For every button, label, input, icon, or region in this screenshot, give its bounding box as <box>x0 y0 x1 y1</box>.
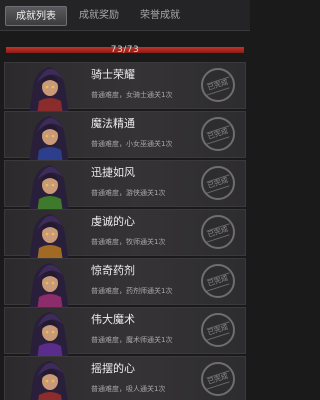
completed-stamp-icon: 已完成 <box>201 215 235 249</box>
achievement-row[interactable]: 摇摆的心 普通难度，吸人通关1次 已完成 <box>4 356 246 400</box>
completed-stamp-label: 已完成 <box>206 371 230 387</box>
achievement-row[interactable]: 迅捷如风 普通难度，游侠通关1次 已完成 <box>4 160 246 213</box>
achievement-description: 普通难度，吸人通关1次 <box>91 385 166 393</box>
progress-count: 73/73 <box>110 45 140 55</box>
completed-stamp-icon: 已完成 <box>201 264 235 298</box>
completed-stamp-icon: 已完成 <box>201 313 235 347</box>
completed-stamp-icon: 已完成 <box>201 68 235 102</box>
achievement-list[interactable]: 骑士荣耀 普通难度，女骑士通关1次 已完成 魔法精通 普通难度，小女巫通关1次 … <box>0 62 250 400</box>
achievement-row[interactable]: 虔诚的心 普通难度，牧师通关1次 已完成 <box>4 209 246 262</box>
completed-stamp-label: 已完成 <box>206 77 230 93</box>
achievement-title: 惊奇药剂 <box>91 264 135 277</box>
achievement-title: 魔法精通 <box>91 117 135 130</box>
achievement-description: 普通难度，女骑士通关1次 <box>91 91 173 99</box>
character-portrait-icon <box>30 361 68 400</box>
achievement-title: 迅捷如风 <box>91 166 135 179</box>
achievement-row[interactable]: 骑士荣耀 普通难度，女骑士通关1次 已完成 <box>4 62 246 115</box>
achievement-title: 摇摆的心 <box>91 362 135 375</box>
achievement-title: 伟大魔术 <box>91 313 135 326</box>
tab-honor-achievements[interactable]: 荣誉成就 <box>130 6 190 26</box>
achievement-row[interactable]: 惊奇药剂 普通难度，药剂师通关1次 已完成 <box>4 258 246 311</box>
achievement-title: 虔诚的心 <box>91 215 135 228</box>
achievement-description: 普通难度，牧师通关1次 <box>91 238 166 246</box>
achievement-title: 骑士荣耀 <box>91 68 135 81</box>
tab-achievement-rewards[interactable]: 成就奖励 <box>70 6 128 26</box>
completed-stamp-label: 已完成 <box>206 322 230 338</box>
tab-achievement-list[interactable]: 成就列表 <box>5 6 67 26</box>
achievement-row[interactable]: 魔法精通 普通难度，小女巫通关1次 已完成 <box>4 111 246 164</box>
achievement-row[interactable]: 伟大魔术 普通难度，魔术师通关1次 已完成 <box>4 307 246 360</box>
tab-bar: 成就列表 成就奖励 荣誉成就 <box>0 0 250 31</box>
achievement-description: 普通难度，魔术师通关1次 <box>91 336 173 344</box>
completed-stamp-icon: 已完成 <box>201 117 235 151</box>
completed-stamp-icon: 已完成 <box>201 362 235 396</box>
completed-stamp-label: 已完成 <box>206 273 230 289</box>
achievement-description: 普通难度，药剂师通关1次 <box>91 287 173 295</box>
achievement-description: 普通难度，小女巫通关1次 <box>91 140 173 148</box>
completed-stamp-label: 已完成 <box>206 175 230 191</box>
completed-stamp-icon: 已完成 <box>201 166 235 200</box>
achievement-description: 普通难度，游侠通关1次 <box>91 189 166 197</box>
completed-stamp-label: 已完成 <box>206 126 230 142</box>
completed-stamp-label: 已完成 <box>206 224 230 240</box>
